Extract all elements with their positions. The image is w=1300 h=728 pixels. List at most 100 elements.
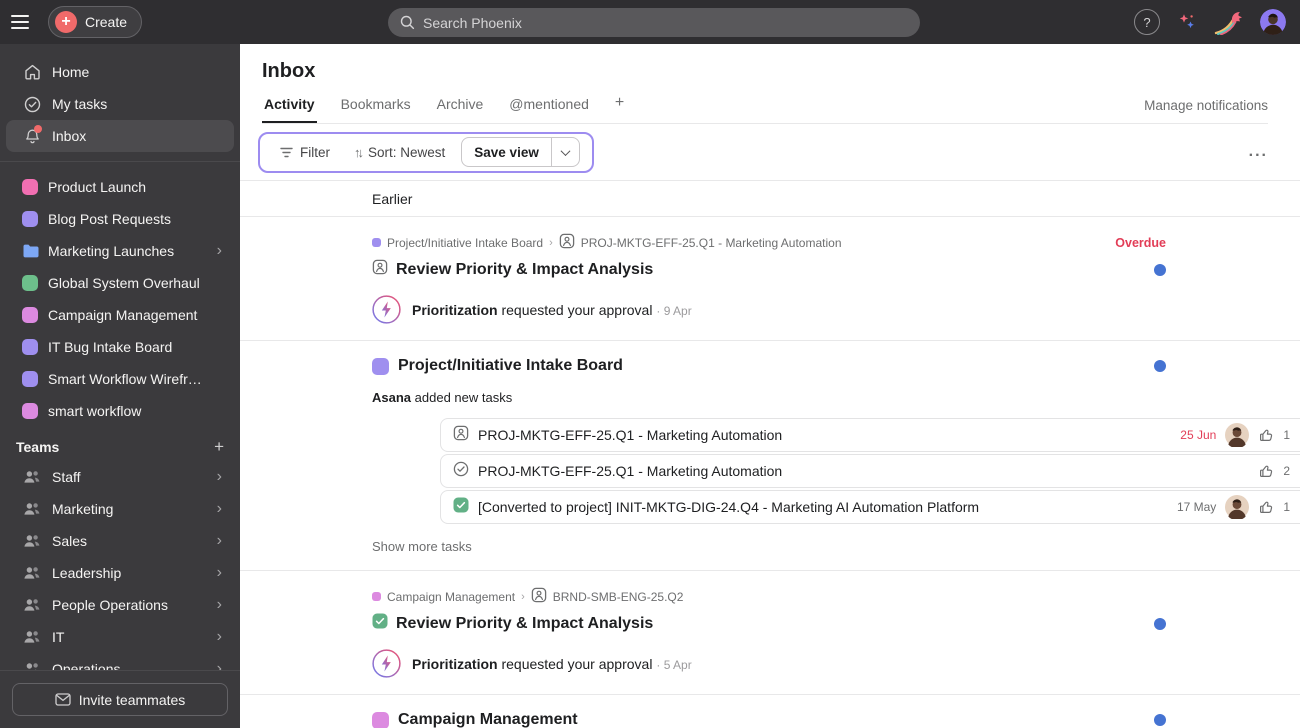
- completed-check-icon: [372, 613, 388, 634]
- toolbar: Filter ↑↓ Sort: Newest Save view ...: [240, 124, 1300, 180]
- save-view-button[interactable]: Save view: [462, 138, 551, 166]
- like-count: 2: [1283, 464, 1290, 478]
- breadcrumb-chevron: ›: [521, 590, 525, 603]
- like-thumb-icon[interactable]: [1258, 499, 1274, 515]
- create-button[interactable]: + Create: [48, 6, 143, 38]
- project-color-dot: [372, 238, 381, 247]
- like-count: 1: [1283, 428, 1290, 442]
- approval-icon: [372, 259, 388, 280]
- teams-list: Staff › Marketing › Sales › Leadership ›…: [0, 461, 240, 685]
- assignee-avatar[interactable]: [1225, 495, 1250, 519]
- team-people-icon: [22, 502, 42, 516]
- sidebar-team-item[interactable]: Sales ›: [6, 525, 234, 557]
- activity-date: · 5 Apr: [656, 657, 692, 672]
- phoenix-icon: [1214, 12, 1242, 35]
- sidebar-project-item[interactable]: Blog Post Requests ›: [6, 203, 234, 235]
- chevron-right-icon: ›: [216, 564, 222, 581]
- save-view-dropdown-button[interactable]: [550, 138, 579, 166]
- notification-title: Project/Initiative Intake Board: [398, 357, 623, 374]
- sidebar-project-item[interactable]: Product Launch ›: [6, 171, 234, 203]
- tasks-list: PROJ-MKTG-EFF-25.Q1 - Marketing Automati…: [440, 418, 1300, 524]
- add-team-button[interactable]: +: [214, 437, 224, 457]
- filter-button[interactable]: Filter: [272, 139, 338, 166]
- sidebar-team-item[interactable]: Staff ›: [6, 461, 234, 493]
- add-tab-button[interactable]: +: [613, 88, 626, 123]
- like-thumb-icon[interactable]: [1258, 427, 1274, 443]
- sidebar-team-item[interactable]: Marketing ›: [6, 493, 234, 525]
- project-color-icon: [372, 711, 389, 728]
- chevron-right-icon: ›: [216, 242, 222, 259]
- show-more-tasks-link[interactable]: Show more tasks: [372, 539, 472, 554]
- rule-lightning-icon: [372, 295, 401, 324]
- notification-approval-2[interactable]: Campaign Management › BRND-SMB-ENG-25.Q2…: [240, 571, 1300, 695]
- task-row[interactable]: [Converted to project] INIT-MKTG-DIG-24.…: [440, 490, 1300, 524]
- unread-dot[interactable]: [1154, 263, 1166, 276]
- unread-dot[interactable]: [1154, 714, 1166, 726]
- project-color-icon: [22, 211, 38, 227]
- sidebar-toggle-button[interactable]: [0, 0, 40, 44]
- notification-new-tasks[interactable]: Project/Initiative Intake Board Asana ad…: [240, 341, 1300, 571]
- tab-archive[interactable]: Archive: [435, 90, 486, 123]
- project-color-icon: [22, 243, 39, 259]
- like-count: 1: [1283, 500, 1290, 514]
- asana-app: + Create Search Phoenix ? Home My tasks …: [0, 0, 1300, 728]
- ai-sparkles-button[interactable]: [1176, 11, 1198, 33]
- sidebar-team-item[interactable]: People Operations ›: [6, 589, 234, 621]
- section-header: Earlier: [240, 180, 1300, 217]
- invite-teammates-button[interactable]: Invite teammates: [12, 683, 228, 716]
- task-status-icon: [453, 461, 469, 482]
- teams-header: Teams +: [16, 437, 224, 457]
- projects-list: Product Launch › Blog Post Requests › Ma…: [0, 171, 240, 427]
- sidebar-team-item[interactable]: Leadership ›: [6, 557, 234, 589]
- tab-activity[interactable]: Activity: [262, 90, 317, 123]
- task-row[interactable]: PROJ-MKTG-EFF-25.Q1 - Marketing Automati…: [440, 418, 1300, 452]
- project-color-icon: [22, 275, 38, 291]
- team-people-icon: [22, 470, 42, 484]
- sidebar-team-item[interactable]: IT ›: [6, 621, 234, 653]
- help-button[interactable]: ?: [1134, 9, 1160, 35]
- activity-actor: Prioritization: [412, 655, 498, 672]
- search-input[interactable]: Search Phoenix: [388, 8, 920, 37]
- task-name: PROJ-MKTG-EFF-25.Q1 - Marketing Automati…: [478, 427, 783, 443]
- tab-bookmarks[interactable]: Bookmarks: [339, 90, 413, 123]
- sidebar-item-home[interactable]: Home: [6, 56, 234, 88]
- sidebar-item-my-tasks[interactable]: My tasks: [6, 88, 234, 120]
- sort-arrows-icon: ↑↓: [354, 144, 364, 160]
- task-name: [Converted to project] INIT-MKTG-DIG-24.…: [478, 499, 980, 515]
- task-row[interactable]: PROJ-MKTG-EFF-25.Q1 - Marketing Automati…: [440, 454, 1300, 488]
- sparkles-icon: [1179, 14, 1194, 29]
- hamburger-icon: [11, 15, 29, 29]
- save-view-split-button: Save view: [461, 137, 580, 167]
- sidebar-project-item[interactable]: smart workflow ›: [6, 395, 234, 427]
- team-people-icon: [22, 534, 42, 548]
- assignee-avatar[interactable]: [1225, 423, 1250, 447]
- task-status-icon: [453, 497, 469, 518]
- notification-approval-1[interactable]: Project/Initiative Intake Board › PROJ-M…: [240, 217, 1300, 341]
- like-thumb-icon[interactable]: [1258, 463, 1274, 479]
- breadcrumb: Project/Initiative Intake Board › PROJ-M…: [372, 233, 1166, 252]
- unread-dot[interactable]: [1154, 617, 1166, 630]
- sort-button[interactable]: ↑↓ Sort: Newest: [346, 139, 453, 166]
- chevron-right-icon: ›: [216, 468, 222, 485]
- topbar: + Create Search Phoenix ?: [0, 0, 1300, 44]
- tab-mentioned[interactable]: @mentioned: [507, 90, 591, 123]
- sidebar-project-item[interactable]: Smart Workflow Wirefra... ›: [6, 363, 234, 395]
- sidebar-item-inbox[interactable]: Inbox: [6, 120, 234, 152]
- phoenix-celebration-button[interactable]: [1214, 9, 1244, 35]
- sidebar-project-item[interactable]: IT Bug Intake Board ›: [6, 331, 234, 363]
- project-color-icon: [22, 403, 38, 419]
- project-color-icon: [22, 307, 38, 323]
- sidebar-project-item[interactable]: Marketing Launches ›: [6, 235, 234, 267]
- unread-dot[interactable]: [1154, 360, 1166, 372]
- manage-notifications-link[interactable]: Manage notifications: [1144, 92, 1268, 123]
- more-options-button[interactable]: ...: [1249, 143, 1268, 161]
- sidebar-project-item[interactable]: Global System Overhaul ›: [6, 267, 234, 299]
- notification-partial[interactable]: Campaign Management: [240, 695, 1300, 728]
- user-avatar[interactable]: [1260, 9, 1286, 35]
- sidebar-project-item[interactable]: Campaign Management ›: [6, 299, 234, 331]
- sidebar: Home My tasks Inbox Product Launch ›: [0, 44, 240, 728]
- inbox-bell-icon: [22, 124, 42, 145]
- sidebar-divider: [0, 161, 240, 162]
- project-color-dot: [372, 592, 381, 601]
- home-icon: [22, 64, 42, 80]
